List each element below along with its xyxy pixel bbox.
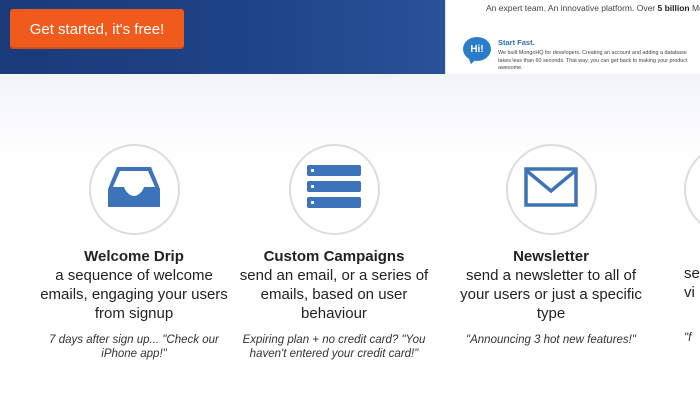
feature-title: Newsletter <box>513 248 589 265</box>
feature-welcome-drip: Welcome Drip a sequence of welcome email… <box>34 144 234 361</box>
promo-panel: An expert team. An innovative platform. … <box>445 0 700 74</box>
hero-left-area: Get started, it's free! <box>0 0 445 74</box>
start-fast-title: Start Fast. <box>498 38 535 47</box>
inbox-tray-icon <box>107 165 161 214</box>
feature-description: send a newsletter to all of your users o… <box>460 267 642 322</box>
tagline-highlight: 5 billion <box>657 3 690 13</box>
badge-text: Hi! <box>470 43 484 55</box>
list-bars-icon <box>306 164 362 215</box>
feature-example: Expiring plan + no credit card? "You hav… <box>242 334 426 360</box>
hi-chat-bubble-icon: Hi! <box>463 37 491 61</box>
tagline-text: An expert team. An innovative platform. … <box>486 3 658 13</box>
feature-icon-ring <box>288 144 380 235</box>
feature-icon-ring <box>505 144 597 235</box>
feature-example: "f <box>684 332 692 344</box>
feature-example: 7 days after sign up... "Check our iPhon… <box>49 334 219 360</box>
feature-title: Custom Campaigns <box>263 248 405 265</box>
envelope-icon <box>524 167 578 212</box>
feature-custom-campaigns: Custom Campaigns send an email, or a ser… <box>234 144 434 361</box>
hero-banner: Get started, it's free! An expert team. … <box>0 0 700 74</box>
feature-description: a sequence of welcome emails, engaging y… <box>40 267 228 322</box>
feature-description: send an email, or a series of emails, ba… <box>239 267 429 322</box>
tagline: An expert team. An innovative platform. … <box>486 3 700 13</box>
start-fast-body: We built MongoHQ for developers. Creatin… <box>498 50 688 71</box>
feature-partial: se vi "f <box>684 144 700 400</box>
get-started-button[interactable]: Get started, it's free! <box>10 9 184 49</box>
feature-newsletter: Newsletter send a newsletter to all of y… <box>451 144 651 347</box>
feature-icon-ring <box>684 144 700 235</box>
feature-icon-ring <box>88 144 180 235</box>
feature-title: Welcome Drip <box>84 248 184 265</box>
tagline-suffix: Mon <box>691 3 700 13</box>
feature-description: se vi <box>684 265 700 301</box>
feature-example: "Announcing 3 hot new features!" <box>466 334 636 346</box>
